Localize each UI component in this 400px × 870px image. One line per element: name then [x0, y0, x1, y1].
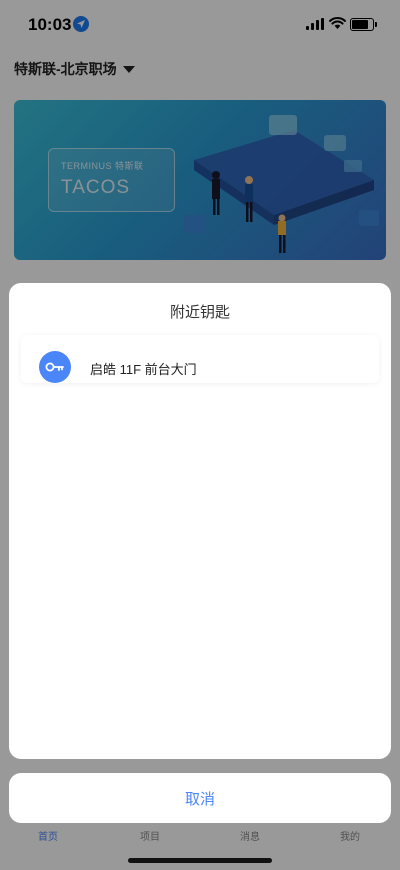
sheet-title: 附近钥匙	[169, 304, 230, 321]
key-list-item[interactable]: 启皓 11F 前台大门	[21, 335, 379, 383]
cancel-button[interactable]: 取消	[9, 773, 391, 823]
cancel-label: 取消	[184, 790, 215, 808]
nearby-keys-sheet: 附近钥匙 启皓 11F 前台大门	[9, 283, 391, 759]
home-indicator[interactable]	[128, 858, 272, 863]
key-icon	[39, 351, 71, 383]
key-label: 启皓 11F 前台大门	[90, 362, 197, 377]
